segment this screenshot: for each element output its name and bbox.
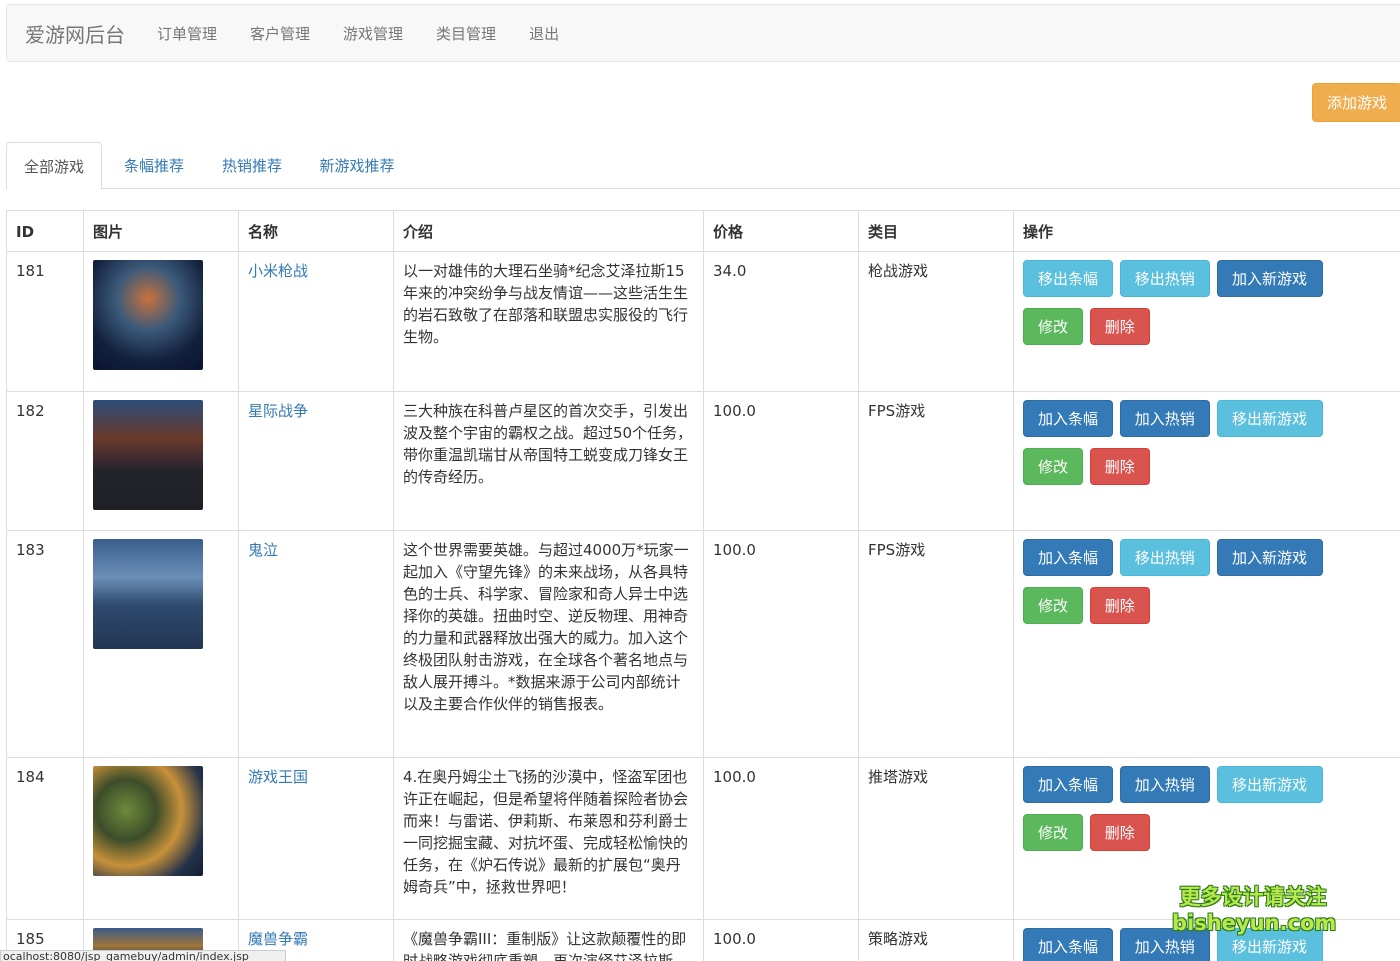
tab-hot-recommend[interactable]: 热销推荐 <box>206 142 298 189</box>
banner-toggle-button[interactable]: 移出条幅 <box>1023 260 1113 297</box>
cell-id: 183 <box>6 530 84 758</box>
tab-banner-recommend[interactable]: 条幅推荐 <box>108 142 200 189</box>
game-thumbnail <box>93 400 203 510</box>
filter-tabs: 全部游戏 条幅推荐 热销推荐 新游戏推荐 <box>6 142 1400 190</box>
game-name-link[interactable]: 星际战争 <box>238 391 394 531</box>
brand-title[interactable]: 爱游网后台 <box>7 19 157 48</box>
cell-desc: 《魔兽争霸III：重制版》让这款颠覆性的即时战略游戏彻底重塑，再次演绎艾泽拉斯 <box>393 919 704 961</box>
new-toggle-button[interactable]: 加入新游戏 <box>1216 260 1323 297</box>
delete-button[interactable]: 删除 <box>1089 448 1150 485</box>
header-image: 图片 <box>83 210 239 252</box>
header-desc: 介绍 <box>393 210 704 252</box>
delete-button[interactable]: 删除 <box>1089 814 1150 851</box>
table-row: 181 小米枪战 以一对雄伟的大理石坐骑*纪念艾泽拉斯15年来的冲突纷争与战友情… <box>6 251 1400 392</box>
new-toggle-button[interactable]: 移出新游戏 <box>1216 400 1323 437</box>
watermark-line-1: 更多设计请关注 <box>1179 885 1327 909</box>
cell-category: FPS游戏 <box>858 530 1014 758</box>
hot-toggle-button[interactable]: 加入热销 <box>1119 766 1210 803</box>
cell-image <box>83 391 239 531</box>
edit-button[interactable]: 修改 <box>1023 587 1083 624</box>
cell-price: 100.0 <box>703 919 859 961</box>
cell-desc: 这个世界需要英雄。与超过4000万*玩家一起加入《守望先锋》的未来战场，从各具特… <box>393 530 704 758</box>
browser-status-bar: ocalhost:8080/jsp_gamebuy/admin/index.js… <box>0 950 286 961</box>
edit-button[interactable]: 修改 <box>1023 308 1083 345</box>
new-toggle-button[interactable]: 移出新游戏 <box>1216 766 1323 803</box>
cell-price: 100.0 <box>703 391 859 531</box>
watermark-line-2: bisheyun.com <box>1172 911 1337 935</box>
nav-customers[interactable]: 客户管理 <box>250 23 310 44</box>
table-row: 182 星际战争 三大种族在科普卢星区的首次交手，引发出波及整个宇宙的霸权之战。… <box>6 391 1400 531</box>
new-toggle-button[interactable]: 加入新游戏 <box>1216 539 1323 576</box>
banner-toggle-button[interactable]: 加入条幅 <box>1023 928 1113 961</box>
cell-actions: 移出条幅 移出热销 加入新游戏 修改 删除 <box>1013 251 1400 392</box>
cell-id: 184 <box>6 757 84 920</box>
cell-category: FPS游戏 <box>858 391 1014 531</box>
header-id: ID <box>6 210 84 252</box>
delete-button[interactable]: 删除 <box>1089 308 1150 345</box>
cell-price: 34.0 <box>703 251 859 392</box>
cell-category: 策略游戏 <box>858 919 1014 961</box>
header-name: 名称 <box>238 210 394 252</box>
nav-categories[interactable]: 类目管理 <box>436 23 496 44</box>
banner-toggle-button[interactable]: 加入条幅 <box>1023 766 1113 803</box>
cell-price: 100.0 <box>703 757 859 920</box>
games-table: ID 图片 名称 介绍 价格 类目 操作 181 小米枪战 以一对雄伟的大理石坐… <box>6 210 1400 961</box>
tab-all-games[interactable]: 全部游戏 <box>6 142 102 190</box>
table-row: 183 鬼泣 这个世界需要英雄。与超过4000万*玩家一起加入《守望先锋》的未来… <box>6 530 1400 758</box>
cell-price: 100.0 <box>703 530 859 758</box>
header-price: 价格 <box>703 210 859 252</box>
add-game-button[interactable]: 添加游戏 <box>1312 83 1400 122</box>
banner-toggle-button[interactable]: 加入条幅 <box>1023 539 1113 576</box>
cell-desc: 以一对雄伟的大理石坐骑*纪念艾泽拉斯15年来的冲突纷争与战友情谊——这些活生生的… <box>393 251 704 392</box>
banner-toggle-button[interactable]: 加入条幅 <box>1023 400 1113 437</box>
hot-toggle-button[interactable]: 移出热销 <box>1119 539 1210 576</box>
cell-category: 枪战游戏 <box>858 251 1014 392</box>
game-name-link[interactable]: 小米枪战 <box>238 251 394 392</box>
cell-actions: 加入条幅 加入热销 移出新游戏 修改 删除 <box>1013 391 1400 531</box>
header-category: 类目 <box>858 210 1014 252</box>
top-navbar: 爱游网后台 订单管理 客户管理 游戏管理 类目管理 退出 <box>6 4 1400 62</box>
nav-orders[interactable]: 订单管理 <box>157 23 217 44</box>
game-thumbnail <box>93 766 203 876</box>
delete-button[interactable]: 删除 <box>1089 587 1150 624</box>
game-name-link[interactable]: 鬼泣 <box>238 530 394 758</box>
tab-new-recommend[interactable]: 新游戏推荐 <box>304 142 410 189</box>
cell-id: 182 <box>6 391 84 531</box>
watermark: 更多设计请关注 bisheyun.com <box>1172 884 1337 936</box>
cell-image <box>83 757 239 920</box>
hot-toggle-button[interactable]: 加入热销 <box>1119 400 1210 437</box>
hot-toggle-button[interactable]: 移出热销 <box>1119 260 1210 297</box>
nav-logout[interactable]: 退出 <box>529 23 559 44</box>
game-thumbnail <box>93 260 203 370</box>
nav-games[interactable]: 游戏管理 <box>343 23 403 44</box>
table-header-row: ID 图片 名称 介绍 价格 类目 操作 <box>6 210 1400 252</box>
cell-id: 181 <box>6 251 84 392</box>
cell-image <box>83 530 239 758</box>
cell-desc: 三大种族在科普卢星区的首次交手，引发出波及整个宇宙的霸权之战。超过50个任务，带… <box>393 391 704 531</box>
game-thumbnail <box>93 539 203 649</box>
game-name-link[interactable]: 游戏王国 <box>238 757 394 920</box>
cell-desc: 4.在奥丹姆尘土飞扬的沙漠中，怪盗军团也许正在崛起，但是希望将伴随着探险者协会而… <box>393 757 704 920</box>
edit-button[interactable]: 修改 <box>1023 814 1083 851</box>
cell-actions: 加入条幅 移出热销 加入新游戏 修改 删除 <box>1013 530 1400 758</box>
cell-category: 推塔游戏 <box>858 757 1014 920</box>
header-actions: 操作 <box>1013 210 1400 252</box>
cell-image <box>83 251 239 392</box>
edit-button[interactable]: 修改 <box>1023 448 1083 485</box>
